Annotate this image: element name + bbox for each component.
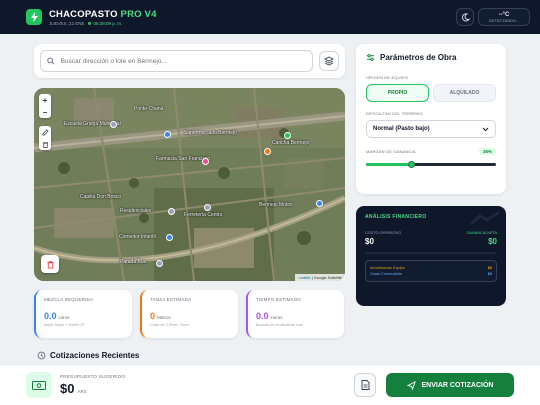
search-icon (47, 57, 55, 65)
map-attribution: Leaflet | Google Satellite (295, 274, 345, 281)
map-label: Supermercado Bermejo (184, 130, 237, 136)
app-header: CHACOPASTO PRO V4 JUEVES, 22 ENE 06:28:0… (0, 0, 540, 34)
stat-value: 0 Metros (150, 311, 171, 321)
time-label: 06:28:09 p. m. (93, 20, 123, 26)
weather-widget[interactable]: --°C DETECTANDO... (478, 8, 530, 26)
zoom-in-button[interactable]: + (39, 94, 51, 106)
date-label: JUEVES, 22 ENE (49, 20, 85, 26)
terrain-select[interactable]: Normal (Pasto bajo) (366, 120, 496, 138)
breakdown-row: Amortización Equipo $0 (370, 266, 492, 270)
margin-value-badge: 35% (478, 148, 496, 155)
cost-breakdown: Amortización Equipo $0 Gasto Combustible… (365, 260, 497, 282)
clear-area-button[interactable] (41, 255, 59, 273)
lightning-icon (26, 9, 42, 25)
trend-icon (470, 210, 500, 226)
stat-subtitle: Corte de 2.5mm / 3mm (150, 323, 189, 327)
layers-button[interactable] (319, 51, 339, 71)
map-label: Cancha Bermejo (272, 140, 310, 146)
stat-title: TANZA ESTIMADA (150, 297, 192, 302)
history-icon (37, 351, 46, 360)
map-label: Ponte-Chaná (134, 106, 164, 112)
poi-marker-icon[interactable] (202, 158, 209, 165)
origin-label: ORIGEN DE EQUIPO (366, 75, 409, 80)
work-parameters-panel: Parámetros de Obra ORIGEN DE EQUIPO PROP… (356, 44, 506, 194)
moon-icon (461, 12, 470, 21)
stat-card-mix: MEZCLA REQUERIDA 0.0 Litros Mejor Super +… (34, 290, 132, 338)
weather-status: DETECTANDO... (488, 17, 520, 23)
recent-quotes-heading: Cotizaciones Recientes (37, 351, 139, 360)
poi-marker-icon[interactable] (204, 204, 211, 211)
date-time: JUEVES, 22 ENE 06:28:09 p. m. (49, 21, 157, 26)
stat-card-time: TIEMPO ESTIMADO 0.0 Horas Basado en rendi… (246, 290, 344, 338)
poi-marker-icon[interactable] (164, 131, 171, 138)
map-label: Comedor Infantil (119, 234, 156, 240)
suggested-budget: PRESUPUESTO SUGERIDO $0 ARS (60, 374, 125, 396)
live-dot-icon (87, 21, 91, 25)
sliders-icon (366, 54, 375, 61)
satellite-map[interactable]: + − Escuela Granja Municipal Ponte-Chaná… (34, 88, 345, 281)
slider-fill (366, 163, 412, 166)
brand: CHACOPASTO PRO V4 JUEVES, 22 ENE 06:28:0… (49, 9, 157, 26)
poi-marker-icon[interactable] (264, 148, 271, 155)
send-quote-button[interactable]: ENVIAR COTIZACIÓN (386, 373, 514, 397)
stat-title: TIEMPO ESTIMADO (256, 297, 302, 302)
chevron-down-icon (482, 127, 489, 131)
send-icon (406, 380, 416, 390)
terrain-label: DIFICULTAD DEL TERRENO (366, 111, 423, 116)
footer-bar: PRESUPUESTO SUGERIDO $0 ARS ENVIAR COTIZA… (0, 364, 540, 405)
cash-icon (26, 372, 52, 398)
app-title: CHACOPASTO PRO V4 (49, 8, 157, 20)
trash-icon (46, 260, 54, 269)
poi-marker-icon[interactable] (156, 260, 163, 267)
map-label: Capilla Don Bosco (80, 194, 122, 200)
breakdown-row: Gasto Combustible $0 (370, 272, 492, 276)
poi-marker-icon[interactable] (110, 121, 117, 128)
map-label: Residenciales (120, 208, 152, 214)
origin-own-button[interactable]: PROPIO (366, 84, 429, 102)
stat-card-line: TANZA ESTIMADA 0 Metros Corte de 2.5mm / … (140, 290, 238, 338)
search-box[interactable] (40, 50, 313, 72)
origin-rented-button[interactable]: ALQUILADO (433, 84, 496, 102)
budget-value: $0 ARS (60, 381, 87, 396)
zoom-out-button[interactable]: − (39, 106, 51, 118)
search-input[interactable] (60, 57, 306, 65)
stat-subtitle: Basado en rendimiento real (256, 323, 303, 327)
gain-label: GANANCIA NETA (466, 231, 497, 235)
theme-toggle-button[interactable] (456, 8, 474, 26)
margin-label: MARGEN DE GANANCIA (366, 149, 416, 154)
satellite-imagery (34, 88, 345, 281)
params-title: Parámetros de Obra (366, 53, 496, 62)
stat-title: MEZCLA REQUERIDA (44, 297, 94, 302)
slider-handle[interactable] (408, 161, 415, 168)
document-button[interactable] (354, 373, 376, 397)
stat-value: 0.0 Litros (44, 311, 70, 321)
origin-toggle: PROPIO ALQUILADO (366, 84, 496, 102)
budget-label: PRESUPUESTO SUGERIDO (60, 374, 126, 379)
draw-controls (39, 126, 51, 150)
poi-marker-icon[interactable] (284, 132, 291, 139)
financial-bar (365, 252, 497, 254)
layers-icon (324, 56, 334, 66)
poi-marker-icon[interactable] (166, 234, 173, 241)
leaflet-link[interactable]: Leaflet (298, 275, 310, 280)
search-card (34, 44, 345, 78)
margin-slider[interactable] (366, 161, 496, 168)
poi-marker-icon[interactable] (168, 208, 175, 215)
zoom-controls: + − (39, 94, 51, 118)
edit-icon[interactable] (39, 126, 51, 138)
gain-value: $0 (488, 237, 497, 246)
delete-layer-icon[interactable] (39, 138, 51, 150)
cost-label: COSTO OPERATIVO (365, 231, 402, 235)
stat-subtitle: Mejor Super + Aceite 2T (44, 323, 85, 327)
stat-value: 0.0 Horas (256, 311, 283, 321)
map-label: Parada Bus (120, 259, 147, 265)
document-icon (361, 380, 369, 390)
financial-analysis-panel: ANÁLISIS FINANCIERO COSTO OPERATIVO $0 G… (356, 206, 506, 306)
map-label: Ferretería Centro (184, 212, 223, 218)
map-label: Bermejo Motos (259, 202, 293, 208)
cost-value: $0 (365, 237, 374, 246)
poi-marker-icon[interactable] (316, 200, 323, 207)
